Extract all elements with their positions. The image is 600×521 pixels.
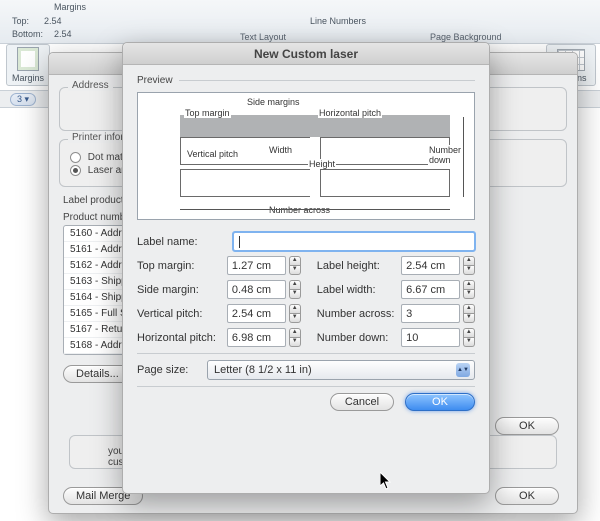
cap-width: Width [268, 145, 293, 155]
vertical-pitch-stepper[interactable]: ▲▼ [289, 304, 301, 323]
ribbon-top-value: 2.54 [44, 16, 62, 26]
margins-button[interactable]: Margins [6, 44, 50, 86]
address-legend: Address [68, 80, 113, 91]
ribbon: Margins Top: 2.54 Bottom: 2.54 Text Layo… [0, 0, 600, 44]
page-size-label: Page size: [137, 364, 207, 376]
side-margin-label: Side margin: [137, 284, 227, 296]
labels-ok-button-2[interactable]: OK [495, 487, 559, 505]
labels-ok-button[interactable]: OK [495, 417, 559, 435]
margins-icon [17, 47, 39, 71]
cap-hpitch: Horizontal pitch [318, 108, 382, 118]
number-across-label: Number across: [317, 308, 401, 320]
label-width-label: Label width: [317, 284, 401, 296]
ok-button[interactable]: OK [405, 393, 475, 411]
cap-numacross: Number across [268, 205, 331, 215]
label-name-label: Label name: [137, 236, 233, 248]
top-margin-label: Top margin: [137, 260, 227, 272]
top-margin-stepper[interactable]: ▲▼ [289, 256, 301, 275]
number-across-input[interactable]: 3 [401, 304, 460, 323]
number-down-label: Number down: [317, 332, 401, 344]
horizontal-pitch-label: Horizontal pitch: [137, 332, 227, 344]
horizontal-pitch-stepper[interactable]: ▲▼ [289, 328, 301, 347]
page-size-select[interactable]: Letter (8 1/2 x 11 in) ▲▼ [207, 360, 475, 380]
label-height-input[interactable]: 2.54 cm [401, 256, 460, 275]
new-custom-laser-title: New Custom laser [123, 43, 489, 65]
cap-numdown: Number down [428, 145, 474, 165]
side-margin-input[interactable]: 0.48 cm [227, 280, 286, 299]
margins-button-label: Margins [12, 73, 44, 83]
number-across-stepper[interactable]: ▲▼ [463, 304, 475, 323]
select-arrows-icon: ▲▼ [456, 363, 470, 377]
ribbon-bottom-label: Bottom: [12, 29, 43, 39]
label-width-stepper[interactable]: ▲▼ [463, 280, 475, 299]
preview-diagram: Side margins Top margin Horizontal pitch… [137, 92, 475, 220]
ribbon-pagebg-group: Page Background [430, 32, 502, 42]
number-down-stepper[interactable]: ▲▼ [463, 328, 475, 347]
caret-icon [239, 236, 240, 248]
label-height-label: Label height: [317, 260, 401, 272]
label-name-input[interactable] [233, 232, 475, 251]
cap-sidemargins: Side margins [246, 97, 301, 107]
ribbon-top-label: Top: [12, 16, 29, 26]
preview-label: Preview [137, 75, 173, 86]
label-height-stepper[interactable]: ▲▼ [463, 256, 475, 275]
ribbon-margins-label: Margins [54, 2, 86, 12]
radio-icon [70, 152, 81, 163]
ruler-tab[interactable]: 3 ▾ [10, 93, 36, 106]
cap-topmargin: Top margin [184, 108, 231, 118]
ribbon-linenumbers: Line Numbers [310, 16, 366, 26]
side-margin-stepper[interactable]: ▲▼ [289, 280, 301, 299]
new-custom-laser-dialog: New Custom laser Preview Side margins To… [122, 42, 490, 494]
cancel-button[interactable]: Cancel [330, 393, 394, 411]
cap-height: Height [308, 159, 336, 169]
ruler-tab-label: 3 [17, 94, 22, 104]
vertical-pitch-label: Vertical pitch: [137, 308, 227, 320]
ribbon-bottom-value: 2.54 [54, 29, 72, 39]
top-margin-input[interactable]: 1.27 cm [227, 256, 286, 275]
horizontal-pitch-input[interactable]: 6.98 cm [227, 328, 286, 347]
radio-icon [70, 165, 81, 176]
cap-vpitch: Vertical pitch [186, 149, 239, 159]
label-width-input[interactable]: 6.67 cm [401, 280, 460, 299]
number-down-input[interactable]: 10 [401, 328, 460, 347]
page-size-value: Letter (8 1/2 x 11 in) [214, 364, 312, 376]
ribbon-textlayout-group: Text Layout [240, 32, 286, 42]
vertical-pitch-input[interactable]: 2.54 cm [227, 304, 286, 323]
